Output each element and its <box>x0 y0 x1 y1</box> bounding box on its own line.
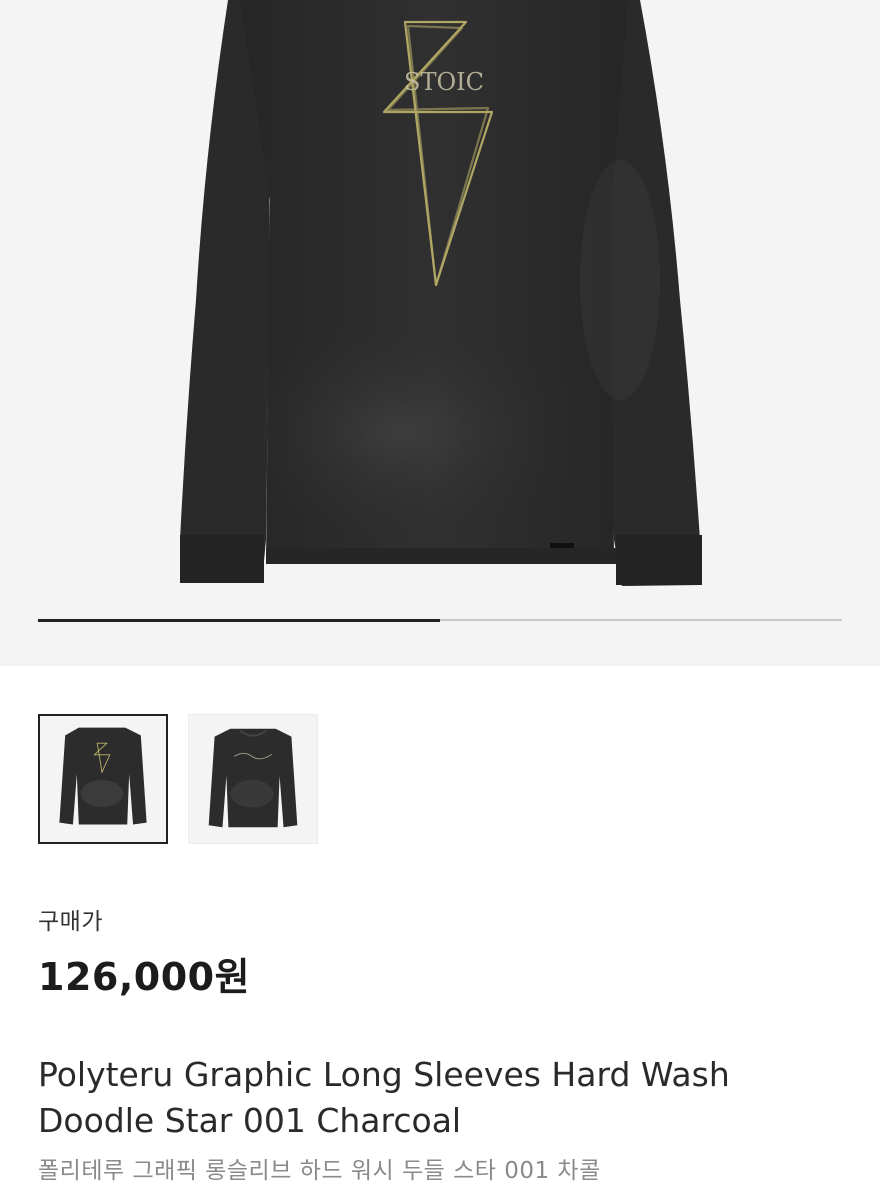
product-title-korean: 폴리테루 그래픽 롱슬리브 하드 워시 두들 스타 001 차콜 <box>38 1158 601 1184</box>
price-label: 구매가 <box>38 909 103 935</box>
price-value: 126,000원 <box>38 955 251 999</box>
print-text: STOIC <box>404 68 484 96</box>
gallery-progress-track <box>38 618 842 622</box>
product-image-gallery[interactable]: STOIC <box>0 0 880 666</box>
sweatshirt-front-thumbnail <box>59 727 147 825</box>
thumbnail-back[interactable] <box>188 714 318 844</box>
product-title-english: Polyteru Graphic Long Sleeves Hard Wash … <box>38 1055 730 1140</box>
sweatshirt-back-thumbnail <box>208 728 298 828</box>
thumbnail-front-selected[interactable] <box>38 714 168 844</box>
product-image-sweatshirt: STOIC <box>180 0 702 586</box>
gallery-progress-indicator <box>38 618 440 622</box>
